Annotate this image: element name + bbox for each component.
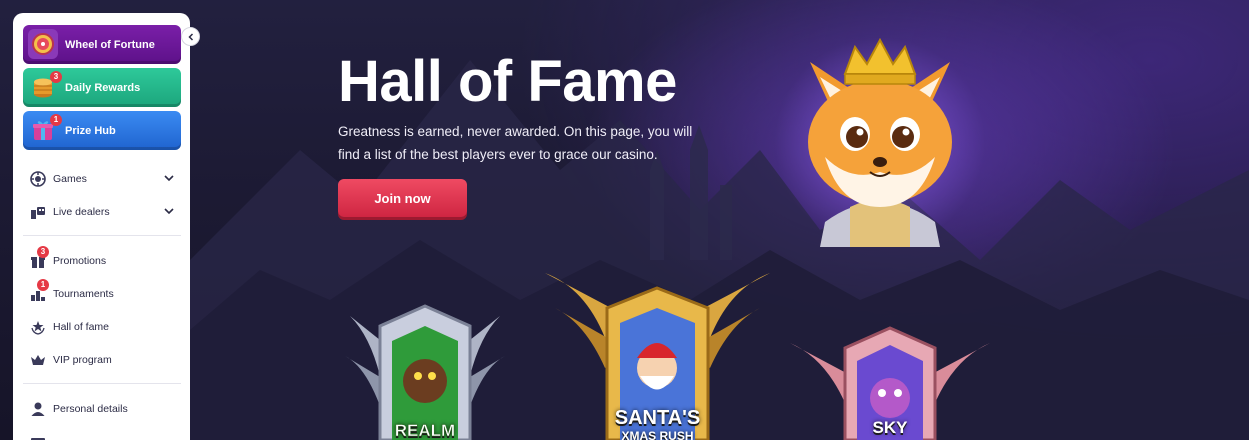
trophy-label: SKY (872, 418, 908, 437)
trophy-label: REALM (394, 421, 456, 440)
sidebar-item-tournaments[interactable]: 1 Tournaments (23, 277, 181, 310)
prize-hub-badge: 1 (50, 114, 62, 126)
chevron-left-icon (187, 32, 193, 41)
daily-rewards-label: Daily Rewards (65, 81, 141, 94)
sidebar-item-games[interactable]: Games (23, 162, 181, 195)
daily-rewards-badge: 3 (50, 71, 62, 83)
trophy-label: XMAS RUSH (621, 429, 694, 440)
games-icon (29, 170, 47, 188)
chevron-down-icon[interactable] (163, 205, 175, 217)
tournaments-badge: 1 (37, 279, 49, 291)
prize-hub-button[interactable]: 1 Prize Hub (23, 111, 181, 150)
promotions-badge: 3 (37, 246, 49, 258)
silver-wings-shield-icon (345, 304, 505, 440)
laurel-star-icon (29, 318, 47, 336)
page-title: Hall of Fame (338, 49, 677, 114)
sidebar-collapse-button[interactable] (181, 27, 200, 46)
crown-icon (29, 351, 47, 369)
sidebar-item-label: Tournaments (53, 287, 114, 300)
sidebar-item-vip-program[interactable]: VIP program (23, 343, 181, 376)
sidebar-item-label: VIP program (53, 353, 112, 366)
fox-mascot-image (775, 37, 985, 247)
chevron-down-icon[interactable] (163, 172, 175, 184)
trophy-realm-of-rats[interactable]: REALM (340, 296, 510, 440)
wheel-icon (28, 29, 58, 59)
divider (23, 383, 181, 384)
trophy-sky-bounty[interactable]: SKY (790, 323, 990, 440)
live-dealers-icon (29, 203, 47, 221)
wheel-of-fortune-button[interactable]: Wheel of Fortune (23, 25, 181, 64)
sidebar-item-next[interactable] (23, 425, 181, 440)
wheel-of-fortune-label: Wheel of Fortune (65, 38, 155, 51)
sidebar-item-live-dealers[interactable]: Live dealers (23, 195, 181, 228)
sidebar-item-label: Promotions (53, 254, 107, 267)
divider (23, 235, 181, 236)
sidebar-item-hall-of-fame[interactable]: Hall of fame (23, 310, 181, 343)
sidebar-item-promotions[interactable]: 3 Promotions (23, 244, 181, 277)
trophy-santas-xmas-rush[interactable]: SANTA'S XMAS RUSH (545, 268, 770, 440)
sidebar-item-label: Personal details (53, 402, 128, 415)
daily-rewards-button[interactable]: 3 Daily Rewards (23, 68, 181, 107)
sidebar-item-label: Games (53, 172, 87, 185)
folder-icon (29, 433, 47, 440)
trophy-label: SANTA'S (614, 407, 701, 429)
sidebar-item-label: Live dealers (53, 205, 110, 218)
sidebar-item-label: Hall of fame (53, 320, 110, 333)
sidebar: Wheel of Fortune 3 Daily Rewards 1 Prize… (13, 13, 190, 440)
join-now-button[interactable]: Join now (338, 179, 467, 217)
sidebar-item-personal-details[interactable]: Personal details (23, 392, 181, 425)
user-icon (29, 400, 47, 418)
prize-hub-label: Prize Hub (65, 124, 116, 137)
page-description: Greatness is earned, never awarded. On t… (338, 124, 693, 162)
